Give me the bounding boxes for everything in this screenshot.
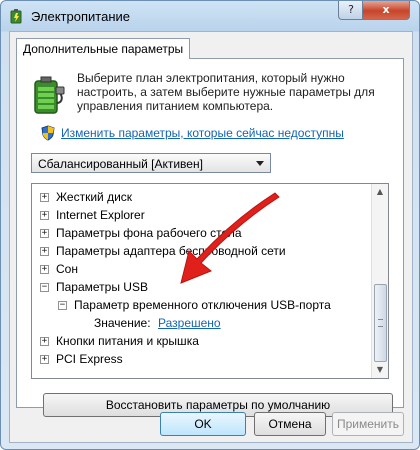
help-button[interactable]: ? [338,1,364,20]
value-label: Значение: [94,316,151,330]
scroll-down-icon[interactable]: ▼ [372,362,388,378]
change-unavailable-settings-link[interactable]: Изменить параметры, которые сейчас недос… [61,126,344,140]
expand-icon[interactable]: + [40,337,49,346]
scroll-up-icon[interactable]: ▲ [372,184,388,200]
battery-plug-icon [34,76,65,114]
dialog-client-area: Дополнительные параметры Выберите план э… [9,31,413,443]
power-options-icon [10,9,22,24]
expand-icon[interactable]: + [40,355,49,364]
expand-icon[interactable]: + [40,211,49,220]
tree-item-label: Параметр временного отключения USB-порта [74,298,331,312]
power-plan-selected-value: Сбалансированный [Активен] [38,157,203,171]
tree-item-label: PCI Express [56,352,123,366]
power-plan-dropdown[interactable]: Сбалансированный [Активен] [31,153,271,173]
uac-shield-icon [41,125,55,141]
window-title: Электропитание [31,9,130,24]
grip-icon [378,319,383,327]
expand-icon[interactable]: + [40,247,49,256]
tab-panel: Выберите план электропитания, который ну… [16,58,404,417]
vertical-scrollbar[interactable]: ▲ ▼ [371,184,388,378]
ok-button[interactable]: OK [160,412,246,436]
tab-advanced-settings[interactable]: Дополнительные параметры [16,38,191,59]
tree-item-label: Кнопки питания и крышка [56,334,199,348]
usb-suspend-value-link[interactable]: Разрешено [158,314,221,332]
collapse-icon[interactable]: − [40,283,49,292]
title-bar[interactable]: Электропитание ? x [1,1,419,31]
scroll-thumb[interactable] [374,284,387,362]
expand-icon[interactable]: + [40,229,49,238]
cancel-button[interactable]: Отмена [254,412,326,436]
settings-tree[interactable]: + Жесткий диск + Internet Explorer + Пар… [31,183,389,379]
tree-item-label: Жесткий диск [56,190,133,204]
apply-button[interactable]: Применить [332,412,404,436]
tree-item-label: Параметры фона рабочего стола [56,226,242,240]
expand-icon[interactable]: + [40,265,49,274]
chevron-down-icon [256,161,264,166]
tree-item-label: Сон [56,262,78,276]
description-text: Выберите план электропитания, который ну… [77,71,375,113]
tree-item-label: Параметры адаптера беспроводной сети [56,244,286,258]
tree-item-label: Параметры USB [56,280,148,294]
collapse-icon[interactable]: − [58,301,67,310]
expand-icon[interactable]: + [40,193,49,202]
close-button[interactable]: x [362,1,410,20]
tree-item-label: Internet Explorer [56,208,145,222]
power-options-window: Электропитание ? x Дополнительные параме… [0,0,420,450]
